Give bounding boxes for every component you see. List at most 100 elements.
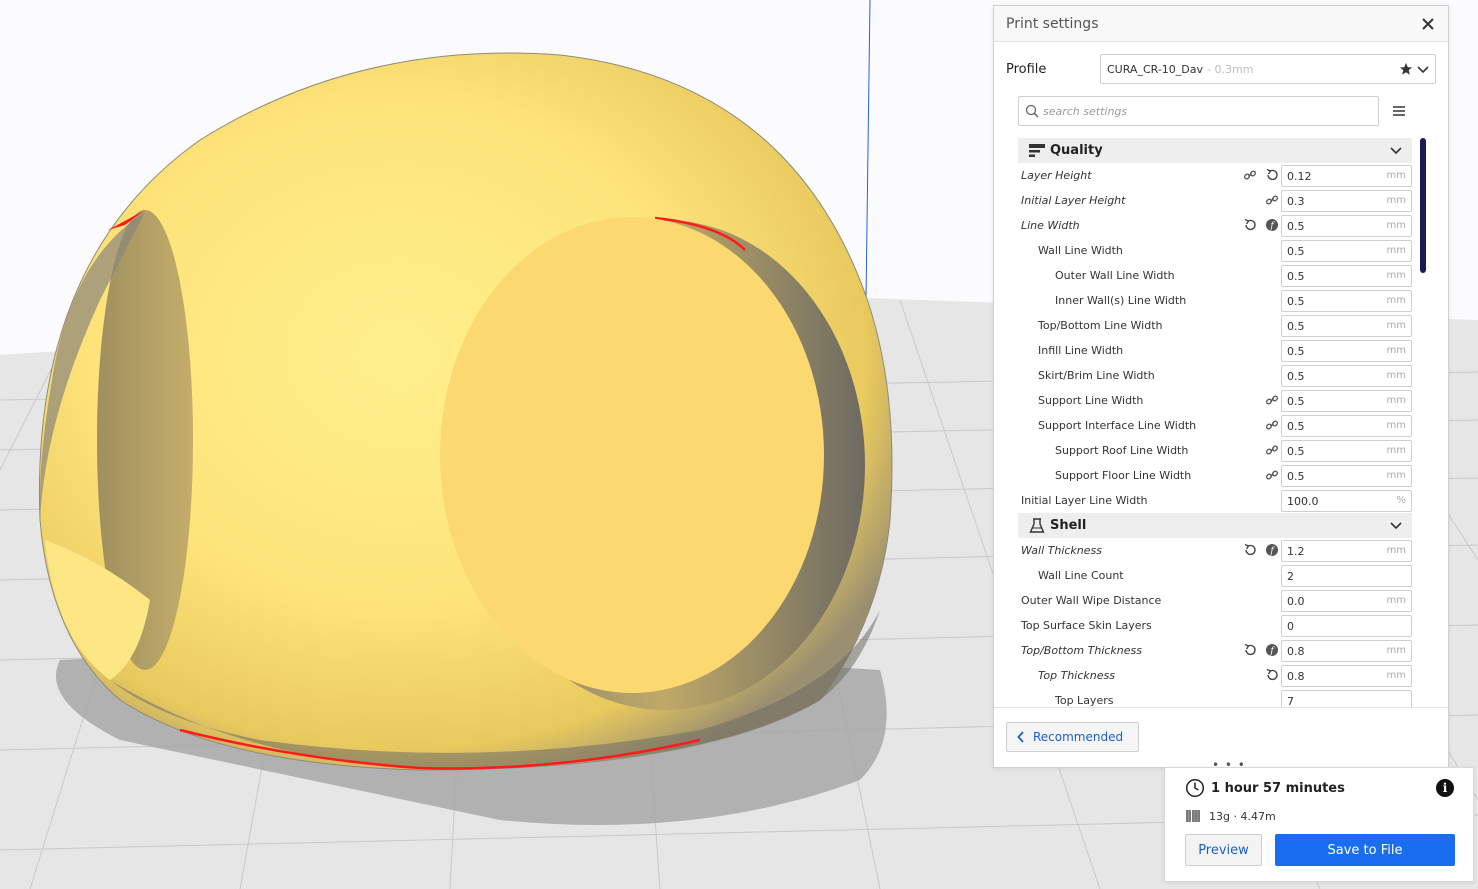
- reset-icon[interactable]: [1264, 667, 1280, 683]
- setting-field: [1281, 690, 1412, 707]
- setting-row: Top Surface Skin Layers: [1018, 613, 1412, 638]
- setting-field: mm: [1281, 315, 1412, 337]
- setting-row: Support Line Width mm: [1018, 388, 1412, 413]
- function-icon[interactable]: f: [1264, 642, 1280, 658]
- category-quality[interactable]: Quality: [1018, 138, 1412, 163]
- profile-row: Profile CURA_CR-10_Dav - 0.3mm: [1006, 54, 1436, 84]
- reset-icon[interactable]: [1264, 167, 1280, 183]
- profile-layer-height: - 0.3mm: [1207, 62, 1254, 76]
- recommended-label: Recommended: [1033, 730, 1124, 744]
- setting-label: Initial Layer Line Width: [1021, 494, 1148, 507]
- setting-field: [1281, 615, 1412, 637]
- setting-unit: mm: [1386, 320, 1406, 331]
- link-icon[interactable]: [1264, 417, 1280, 433]
- setting-value-input[interactable]: [1287, 469, 1377, 483]
- setting-value-input[interactable]: [1287, 244, 1377, 258]
- setting-unit: mm: [1386, 645, 1406, 656]
- setting-value-input[interactable]: [1287, 494, 1377, 508]
- setting-label: Support Floor Line Width: [1055, 469, 1192, 482]
- setting-row: Outer Wall Line Width mm: [1018, 263, 1412, 288]
- setting-unit: mm: [1386, 345, 1406, 356]
- setting-unit: mm: [1386, 395, 1406, 406]
- setting-value-input[interactable]: [1287, 544, 1377, 558]
- setting-value-input[interactable]: [1287, 344, 1377, 358]
- setting-value-input[interactable]: [1287, 619, 1377, 633]
- profile-dropdown[interactable]: CURA_CR-10_Dav - 0.3mm: [1100, 54, 1436, 84]
- profile-name: CURA_CR-10_Dav: [1107, 62, 1204, 76]
- setting-label: Support Line Width: [1038, 394, 1144, 407]
- chevron-down-icon: [1390, 144, 1402, 159]
- setting-field: mm: [1281, 340, 1412, 362]
- setting-field: mm: [1281, 640, 1412, 662]
- setting-row: Line Width f mm: [1018, 213, 1412, 238]
- reset-icon[interactable]: [1242, 217, 1258, 233]
- setting-value-input[interactable]: [1287, 219, 1377, 233]
- chevron-down-icon: [1390, 519, 1402, 534]
- setting-field: mm: [1281, 665, 1412, 687]
- settings-menu-icon[interactable]: [1392, 103, 1408, 119]
- recommended-button[interactable]: Recommended: [1006, 722, 1139, 752]
- setting-value-input[interactable]: [1287, 669, 1377, 683]
- setting-label: Line Width: [1021, 219, 1080, 232]
- save-to-file-button[interactable]: Save to File: [1275, 834, 1455, 866]
- preview-button[interactable]: Preview: [1185, 834, 1262, 866]
- category-label: Quality: [1050, 143, 1103, 158]
- setting-value-input[interactable]: [1287, 694, 1377, 707]
- setting-icons: [1264, 192, 1280, 208]
- setting-row: Infill Line Width mm: [1018, 338, 1412, 363]
- setting-value-input[interactable]: [1287, 169, 1377, 183]
- setting-value-input[interactable]: [1287, 294, 1377, 308]
- setting-value-input[interactable]: [1287, 644, 1377, 658]
- link-icon[interactable]: [1264, 392, 1280, 408]
- setting-field: mm: [1281, 240, 1412, 262]
- setting-value-input[interactable]: [1287, 419, 1377, 433]
- link-icon[interactable]: [1242, 167, 1258, 183]
- setting-row: Top/Bottom Line Width mm: [1018, 313, 1412, 338]
- clock-icon: [1185, 778, 1205, 798]
- category-shell[interactable]: Shell: [1018, 513, 1412, 538]
- link-icon[interactable]: [1264, 442, 1280, 458]
- setting-value-input[interactable]: [1287, 569, 1377, 583]
- setting-row: Top/Bottom Thickness f mm: [1018, 638, 1412, 663]
- setting-label: Outer Wall Wipe Distance: [1021, 594, 1162, 607]
- setting-icons: f: [1242, 542, 1280, 558]
- setting-unit: mm: [1386, 545, 1406, 556]
- setting-unit: mm: [1386, 245, 1406, 256]
- setting-value-input[interactable]: [1287, 269, 1377, 283]
- reset-icon[interactable]: [1242, 642, 1258, 658]
- setting-row: Initial Layer Height mm: [1018, 188, 1412, 213]
- setting-field: mm: [1281, 365, 1412, 387]
- setting-value-input[interactable]: [1287, 194, 1377, 208]
- setting-value-input[interactable]: [1287, 594, 1377, 608]
- setting-field: mm: [1281, 415, 1412, 437]
- search-input[interactable]: [1043, 104, 1363, 118]
- setting-label: Outer Wall Line Width: [1055, 269, 1175, 282]
- panel-title: Print settings: [1006, 15, 1099, 32]
- setting-icons: f: [1242, 217, 1280, 233]
- setting-value-input[interactable]: [1287, 369, 1377, 383]
- function-icon[interactable]: f: [1264, 217, 1280, 233]
- reset-icon[interactable]: [1242, 542, 1258, 558]
- setting-unit: mm: [1386, 595, 1406, 606]
- settings-scrollbar[interactable]: [1420, 138, 1426, 273]
- star-icon[interactable]: [1399, 62, 1413, 76]
- close-icon[interactable]: [1420, 16, 1436, 32]
- setting-row: Support Floor Line Width mm: [1018, 463, 1412, 488]
- filament-spool-icon: [1186, 810, 1200, 822]
- setting-unit: mm: [1386, 670, 1406, 681]
- job-summary: 1 hour 57 minutes i 13g · 4.47m Preview …: [1164, 767, 1474, 882]
- setting-value-input[interactable]: [1287, 319, 1377, 333]
- link-icon[interactable]: [1264, 192, 1280, 208]
- link-icon[interactable]: [1264, 467, 1280, 483]
- setting-row: Layer Height mm: [1018, 163, 1412, 188]
- setting-label: Infill Line Width: [1038, 344, 1124, 357]
- setting-value-input[interactable]: [1287, 394, 1377, 408]
- function-icon[interactable]: f: [1264, 542, 1280, 558]
- setting-unit: mm: [1386, 445, 1406, 456]
- setting-label: Wall Line Width: [1038, 244, 1123, 257]
- setting-icons: [1264, 442, 1280, 458]
- setting-value-input[interactable]: [1287, 444, 1377, 458]
- panel-header: Print settings: [994, 6, 1448, 42]
- info-icon[interactable]: i: [1436, 779, 1454, 797]
- print-time: 1 hour 57 minutes: [1211, 780, 1345, 796]
